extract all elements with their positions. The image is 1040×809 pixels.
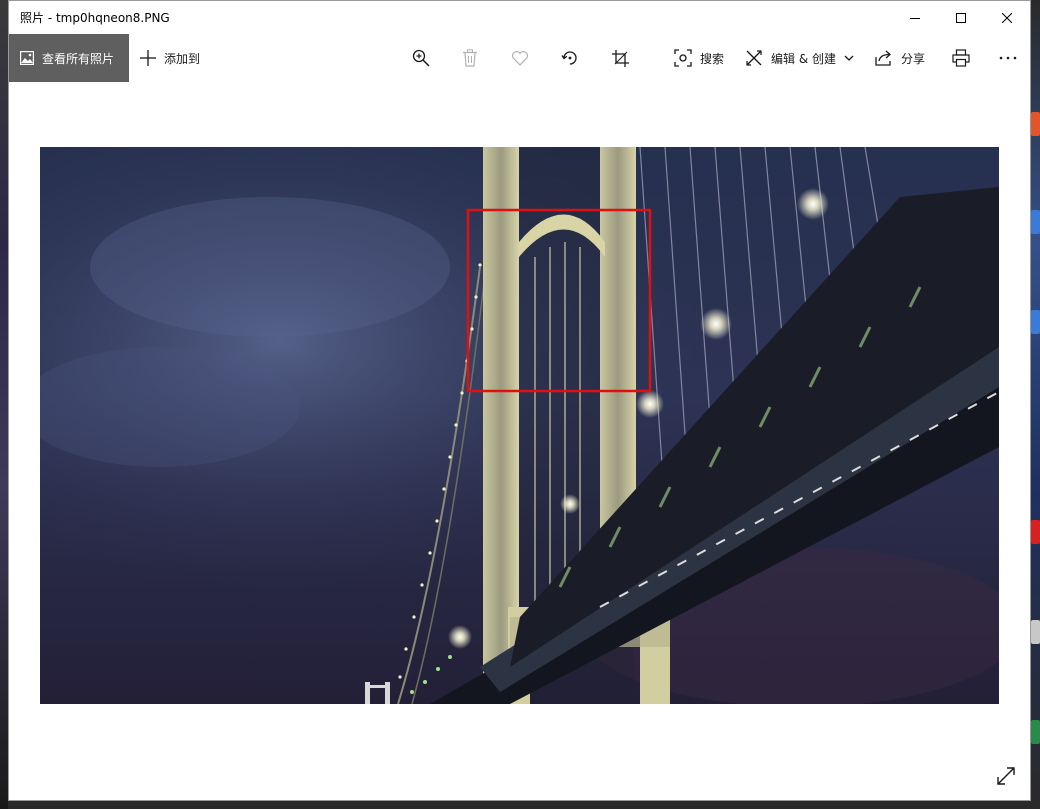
maximize-icon: [956, 12, 966, 23]
share-label: 分享: [901, 51, 926, 66]
chevron-down-icon: [844, 55, 854, 61]
window-controls: [892, 1, 1030, 34]
maximize-button[interactable]: [938, 1, 984, 34]
zoom-in-icon: [412, 49, 430, 67]
add-to-label: 添加到: [164, 51, 201, 66]
edit-create-icon: [746, 50, 762, 66]
print-button[interactable]: [952, 34, 970, 82]
desktop-icon: [1031, 310, 1040, 334]
view-all-photos-button[interactable]: 查看所有照片: [9, 34, 129, 82]
desktop-icon: [1031, 520, 1040, 544]
rotate-button[interactable]: [561, 34, 579, 82]
add-to-button[interactable]: 添加到: [140, 34, 200, 82]
plus-icon: [140, 50, 156, 66]
search-label: 搜索: [700, 51, 725, 66]
close-icon: [1002, 12, 1012, 23]
visual-search-button[interactable]: 搜索: [674, 34, 724, 82]
desktop-icon: [1031, 112, 1040, 136]
edit-create-button[interactable]: 编辑 & 创建: [745, 34, 854, 82]
zoom-button[interactable]: [412, 34, 430, 82]
delete-button[interactable]: [462, 34, 478, 82]
image-icon: [20, 51, 34, 65]
crop-button[interactable]: [612, 34, 629, 82]
image-canvas: [9, 82, 1030, 800]
close-button[interactable]: [984, 1, 1030, 34]
window-title: 照片 - tmp0hqneon8.PNG: [20, 11, 170, 25]
edit-create-label: 编辑 & 创建: [771, 51, 836, 66]
desktop-icon: [1031, 620, 1040, 644]
more-icon: [999, 56, 1017, 60]
rotate-icon: [561, 51, 577, 65]
crop-icon: [612, 49, 629, 67]
more-button[interactable]: [999, 34, 1017, 82]
share-icon: [875, 50, 891, 66]
photos-app-window: 照片 - tmp0hqneon8.PNG 查看所有照片 添加到 搜索 编辑 & …: [8, 0, 1031, 801]
visual-search-icon: [674, 49, 692, 67]
desktop-icon: [1031, 210, 1040, 234]
view-all-photos-label: 查看所有照片: [42, 51, 115, 66]
fullscreen-button[interactable]: [994, 764, 1018, 788]
trash-icon: [463, 49, 477, 67]
heart-icon: [511, 51, 529, 66]
desktop-right-edge: [1031, 0, 1040, 809]
toolbar: 查看所有照片 添加到 搜索 编辑 & 创建 分享: [9, 34, 1030, 82]
bridge-photo: [40, 147, 999, 704]
minimize-button[interactable]: [892, 1, 938, 34]
desktop-icon: [1031, 720, 1040, 744]
title-bar[interactable]: 照片 - tmp0hqneon8.PNG: [9, 1, 1030, 34]
printer-icon: [952, 49, 970, 67]
desktop-left-edge: [0, 0, 8, 809]
photo[interactable]: [40, 147, 999, 704]
expand-icon: [997, 767, 1015, 785]
minimize-icon: [910, 17, 920, 19]
favorite-button[interactable]: [511, 34, 529, 82]
share-button[interactable]: 分享: [875, 34, 925, 82]
